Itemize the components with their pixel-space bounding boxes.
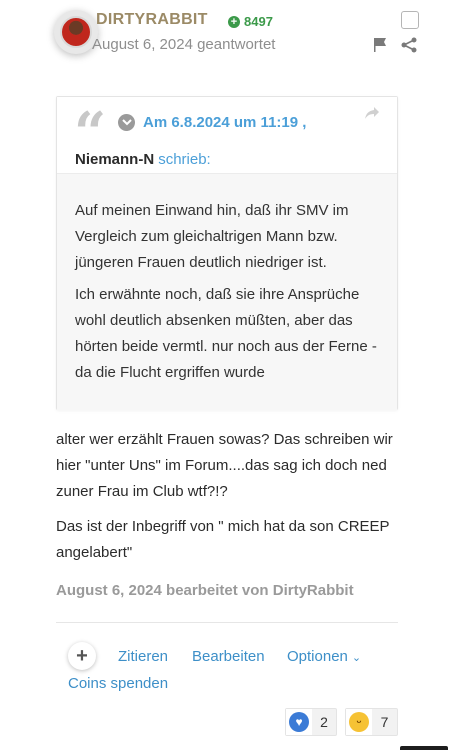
quote-author[interactable]: Niemann-N	[75, 151, 154, 168]
post-paragraph: alter wer erzählt Frauen sowas? Das schr…	[56, 431, 393, 500]
quote-share-icon[interactable]	[364, 106, 380, 120]
quote-button[interactable]: Zitieren	[118, 648, 168, 665]
add-button[interactable]: +	[68, 642, 96, 670]
chevron-down-icon[interactable]	[118, 114, 135, 131]
plus-circle-icon: +	[228, 15, 240, 28]
coins-button[interactable]: Coins spenden	[68, 675, 168, 692]
system-gesture-bar	[400, 746, 448, 750]
reputation-badge: + 8497	[228, 14, 273, 29]
quote-paragraph: Ich erwähnte noch, daß sie ihre Ansprüch…	[75, 286, 377, 381]
options-button[interactable]: Optionen ⌄	[287, 648, 361, 665]
laugh-icon: ᵕ	[349, 712, 369, 732]
quote-timestamp[interactable]: Am 6.8.2024 um 11:19 ,	[143, 114, 306, 131]
share-icon[interactable]	[401, 37, 417, 53]
avatar-image	[60, 16, 92, 48]
options-label: Optionen	[287, 648, 348, 665]
reaction-heart[interactable]: ♥ 2	[285, 708, 337, 736]
select-post-checkbox[interactable]	[401, 11, 419, 29]
reaction-count: 7	[380, 714, 389, 730]
chevron-down-icon: ⌄	[351, 652, 362, 664]
quote-wrote-label: schrieb:	[158, 151, 211, 168]
quote-header: “ Am 6.8.2024 um 11:19 , Niemann-N schrie…	[57, 97, 397, 173]
reputation-count: 8497	[244, 14, 273, 29]
edit-button[interactable]: Bearbeiten	[192, 648, 265, 665]
post-paragraph: Das ist der Inbegriff von " mich hat da …	[56, 518, 390, 561]
reaction-laugh[interactable]: ᵕ 7	[345, 708, 398, 736]
quote-author-line: Niemann-N schrieb:	[75, 151, 211, 168]
reaction-count: 2	[320, 714, 328, 730]
post-date[interactable]: August 6, 2024 geantwortet	[92, 36, 275, 53]
edited-note: August 6, 2024 bearbeitet von DirtyRabbi…	[56, 582, 354, 599]
quote-body: Auf meinen Einwand hin, daß ihr SMV im V…	[57, 173, 397, 410]
quote-block: “ Am 6.8.2024 um 11:19 , Niemann-N schrie…	[56, 96, 398, 410]
post-content: alter wer erzählt Frauen sowas? Das schr…	[56, 427, 406, 566]
quote-paragraph: Auf meinen Einwand hin, daß ihr SMV im V…	[75, 202, 349, 271]
flag-icon[interactable]	[373, 38, 387, 52]
username[interactable]: DIRTYRABBIT	[96, 11, 208, 29]
heart-icon: ♥	[289, 712, 309, 732]
divider	[56, 622, 398, 623]
